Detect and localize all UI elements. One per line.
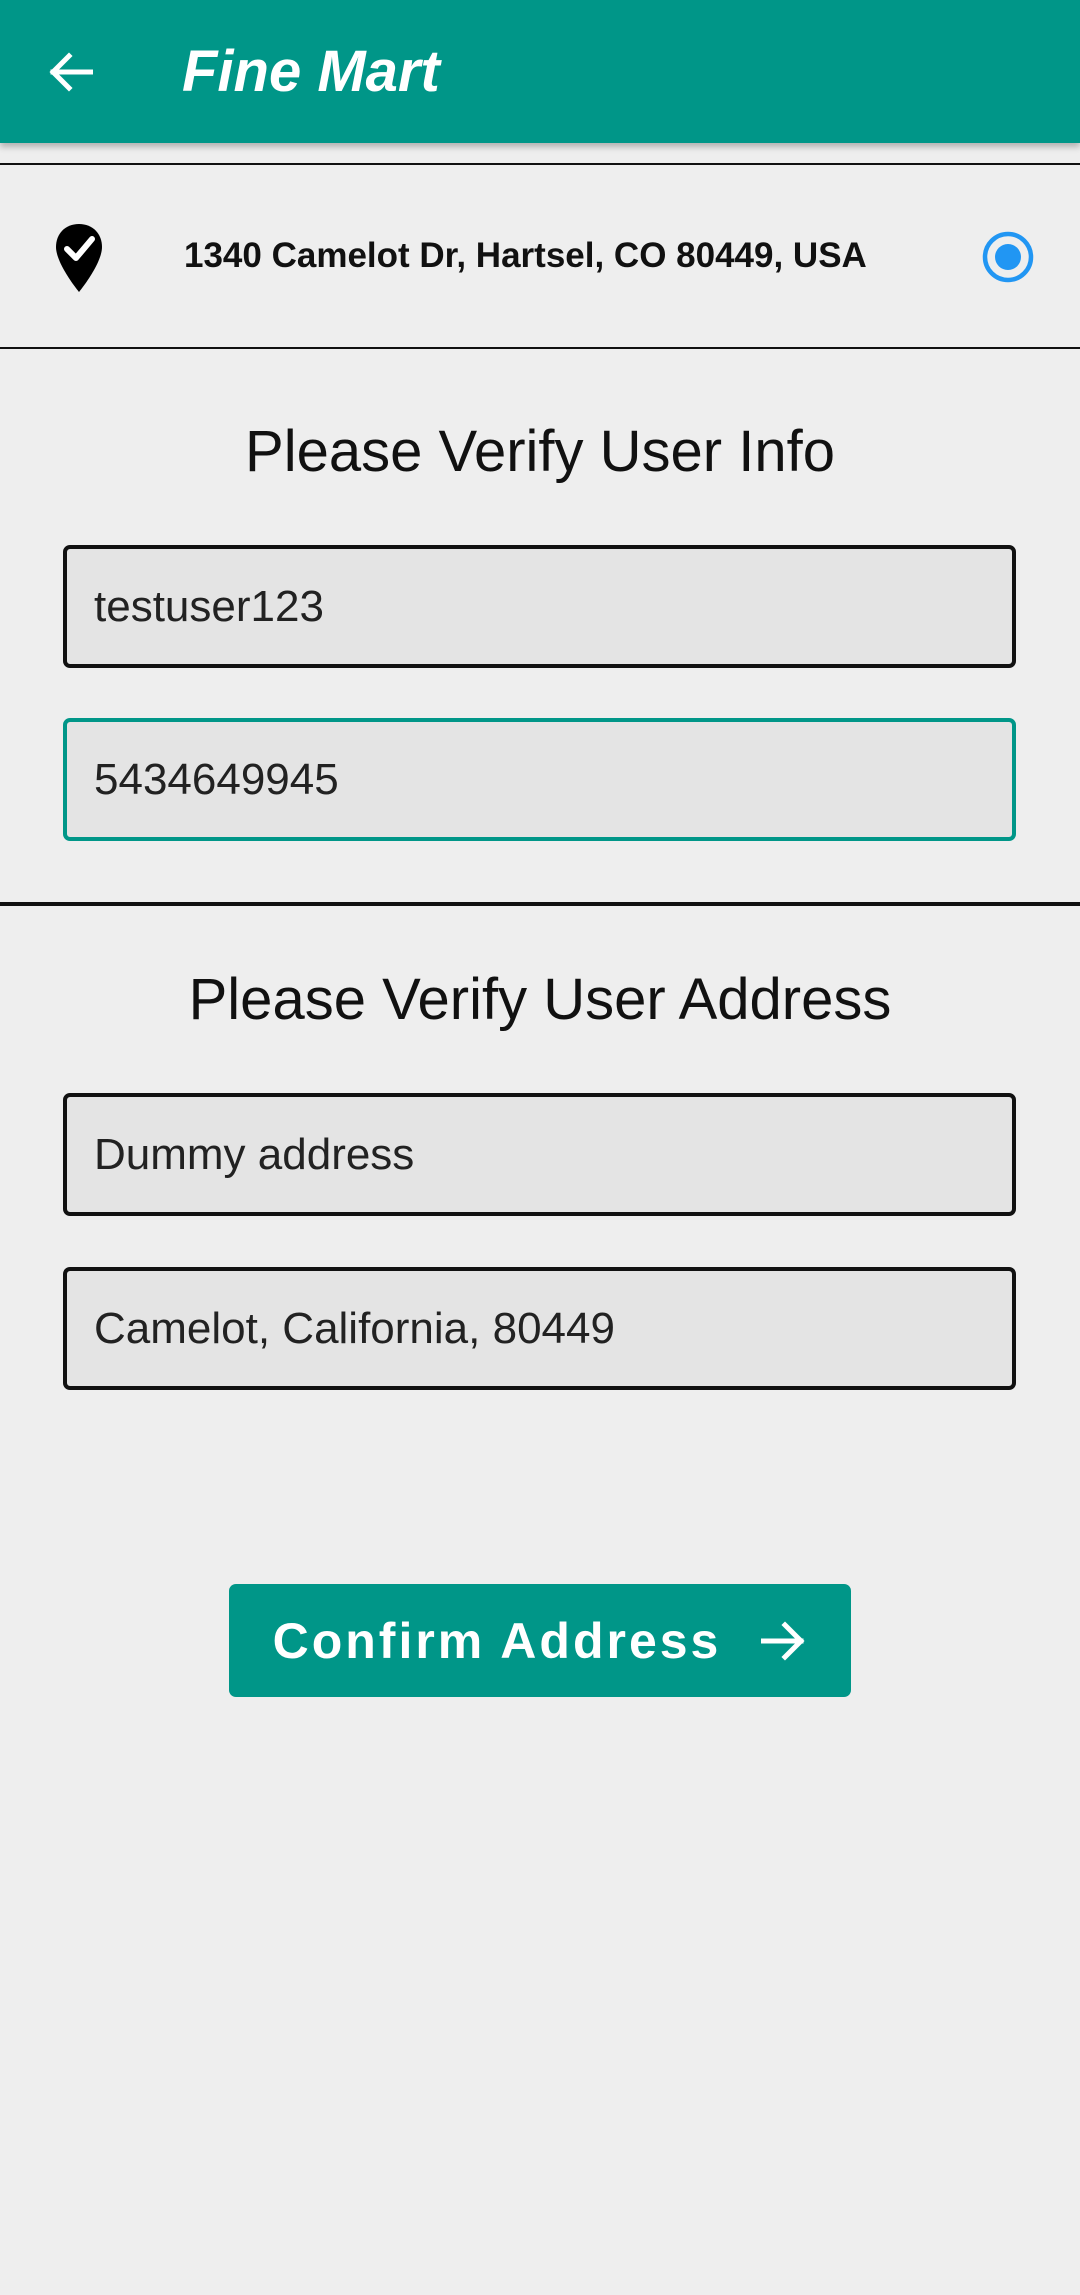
location-check-icon — [56, 224, 102, 292]
confirm-address-button[interactable]: Confirm Address — [229, 1584, 851, 1697]
city-state-zip-field[interactable] — [63, 1267, 1016, 1390]
phone-field[interactable] — [63, 718, 1016, 841]
address-line-field[interactable] — [63, 1093, 1016, 1216]
section-divider — [0, 902, 1080, 906]
arrow-right-icon — [761, 1620, 805, 1661]
app-bar: Fine Mart — [0, 0, 1080, 143]
app-title: Fine Mart — [182, 39, 440, 104]
arrow-left-icon — [49, 51, 93, 92]
back-button[interactable] — [0, 0, 140, 143]
confirm-address-label: Confirm Address — [272, 1612, 722, 1669]
user-info-title: Please Verify User Info — [245, 419, 835, 484]
address-option-label: 1340 Camelot Dr, Hartsel, CO 80449, USA — [184, 236, 867, 275]
username-field[interactable] — [63, 545, 1016, 668]
address-radio-button[interactable] — [981, 230, 1035, 284]
address-option-row[interactable]: 1340 Camelot Dr, Hartsel, CO 80449, USA — [0, 163, 1080, 349]
user-address-title: Please Verify User Address — [188, 967, 892, 1032]
